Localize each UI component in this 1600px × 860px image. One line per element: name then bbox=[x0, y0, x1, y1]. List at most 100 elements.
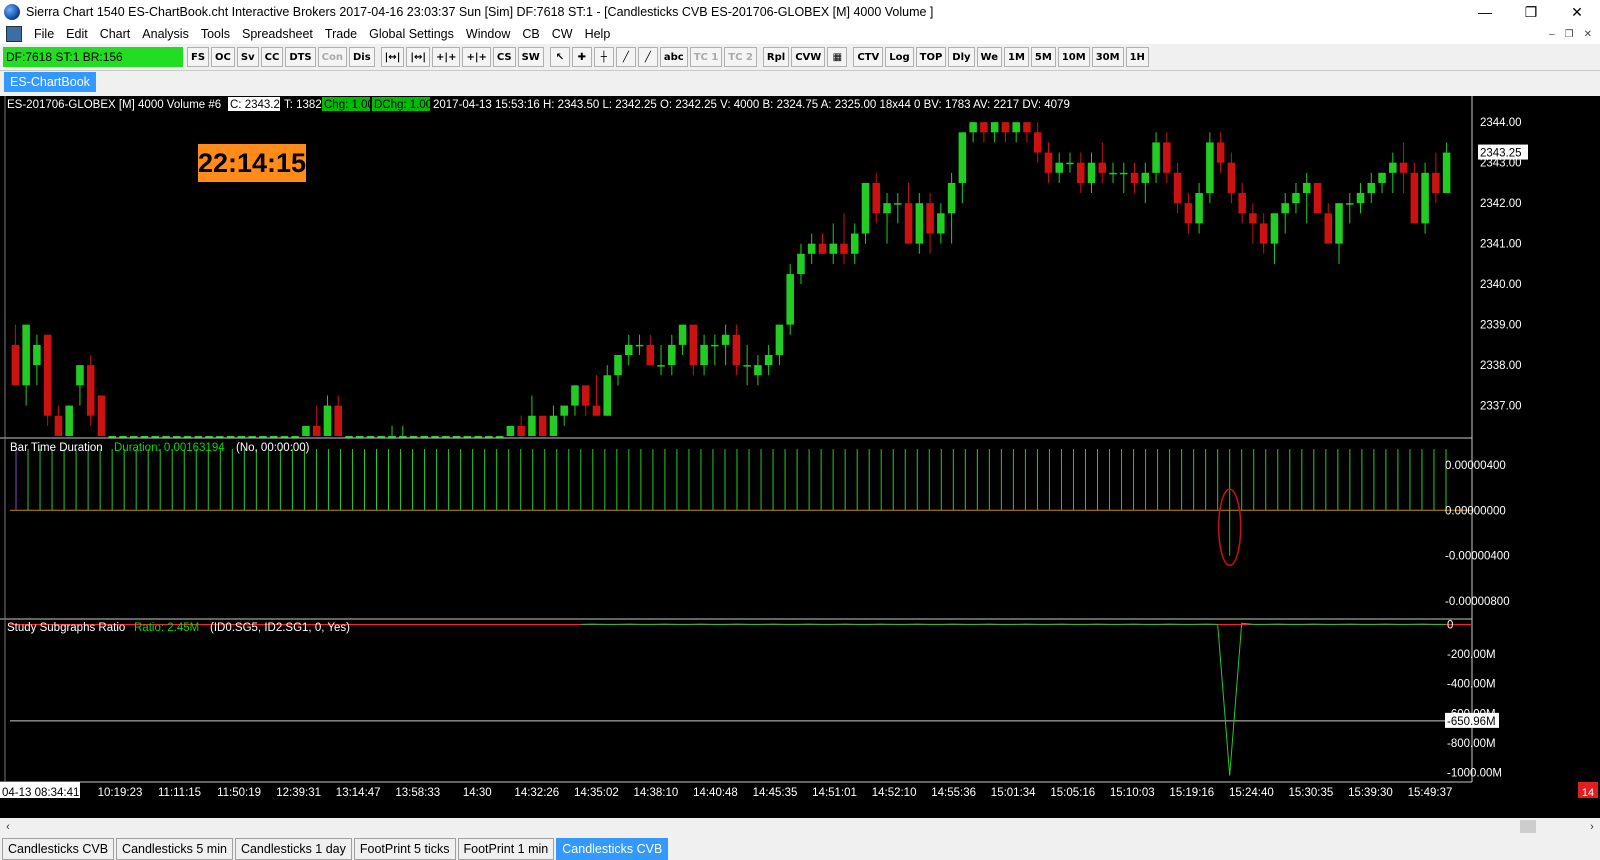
toolbar-button-6[interactable]: Dis bbox=[348, 47, 375, 67]
toolbar-button-5[interactable]: Con bbox=[317, 47, 347, 67]
scroll-right-arrow[interactable]: › bbox=[1584, 821, 1600, 833]
candle-body bbox=[937, 213, 945, 234]
candle-body bbox=[388, 435, 396, 438]
toolbar-button-9[interactable]: +|+ bbox=[432, 47, 461, 67]
toolbar-button-10[interactable]: +|+ bbox=[462, 47, 491, 67]
document-icon[interactable] bbox=[6, 26, 22, 42]
toolbar-button-22[interactable]: CVW bbox=[791, 47, 826, 67]
candle-body bbox=[581, 385, 590, 406]
candle-body bbox=[86, 365, 95, 416]
close-button[interactable]: ✕ bbox=[1554, 0, 1600, 24]
mdi-minimize-button[interactable]: – bbox=[1549, 29, 1555, 40]
candle-body bbox=[76, 365, 84, 386]
toolbar-button-3[interactable]: CC bbox=[260, 47, 284, 67]
candle-body bbox=[291, 435, 299, 438]
chartbook-tab[interactable]: ES-ChartBook bbox=[4, 72, 96, 92]
toolbar-button-0[interactable]: FS bbox=[187, 47, 210, 67]
menu-window[interactable]: Window bbox=[460, 27, 516, 41]
chart-tab-3[interactable]: FootPrint 5 ticks bbox=[353, 838, 456, 860]
candle-body bbox=[807, 243, 816, 254]
duration-axis-tick: -0.00000800 bbox=[1445, 596, 1510, 608]
chart-tab-2[interactable]: Candlesticks 1 day bbox=[234, 838, 352, 860]
price-axis-tick: 2341.00 bbox=[1480, 239, 1522, 251]
menu-chart[interactable]: Chart bbox=[94, 27, 137, 41]
toolbar-button-13[interactable]: ↖ bbox=[549, 47, 570, 67]
toolbar-buttons: FS OC Sv CC DTS Con Dis |↔| |↔| +|+ +|+ CS SW ↖ ✚ ┼ ╱ ╱ ab… bbox=[185, 47, 1149, 67]
toolbar-button-4[interactable]: DTS bbox=[285, 47, 316, 67]
menu-analysis[interactable]: Analysis bbox=[136, 27, 195, 41]
minimize-button[interactable]: — bbox=[1462, 0, 1508, 24]
toolbar-button-33[interactable]: 1H bbox=[1125, 47, 1149, 67]
toolbar-button-21[interactable]: Rpl bbox=[762, 47, 790, 67]
menu-cb[interactable]: CB bbox=[516, 27, 545, 41]
toolbar-button-26[interactable]: TOP bbox=[915, 47, 947, 67]
candle-body bbox=[226, 435, 235, 438]
candle-body bbox=[625, 344, 633, 355]
x-axis-tick: 15:49:37 bbox=[1408, 787, 1453, 799]
menu-cw[interactable]: CW bbox=[546, 27, 579, 41]
toolbar-button-1[interactable]: OC bbox=[211, 47, 235, 67]
menu-trade[interactable]: Trade bbox=[319, 27, 363, 41]
toolbar-button-27[interactable]: Dly bbox=[948, 47, 975, 67]
menu-help[interactable]: Help bbox=[579, 27, 617, 41]
toolbar-button-16[interactable]: ╱ bbox=[615, 47, 636, 67]
candle-body bbox=[904, 203, 913, 244]
toolbar-button-24[interactable]: CTV bbox=[853, 47, 884, 67]
chart-tab-1[interactable]: Candlesticks 5 min bbox=[116, 838, 233, 860]
candle-body bbox=[485, 435, 493, 438]
maximize-button[interactable]: ❐ bbox=[1508, 0, 1554, 24]
x-axis-tick: 15:19:16 bbox=[1169, 787, 1214, 799]
candle-body bbox=[657, 365, 665, 367]
candle-body bbox=[151, 435, 160, 438]
toolbar-button-8[interactable]: |↔| bbox=[406, 47, 431, 67]
candle-body bbox=[603, 375, 612, 416]
toolbar-button-15[interactable]: ┼ bbox=[593, 47, 614, 67]
toolbar-button-18[interactable]: abc bbox=[659, 47, 688, 67]
toolbar-button-31[interactable]: 10M bbox=[1057, 47, 1090, 67]
chart-svg[interactable]: 2344.002343.002342.002341.002340.002339.… bbox=[0, 96, 1600, 818]
candle-body bbox=[775, 324, 784, 355]
toolbar-button-17[interactable]: ╱ bbox=[637, 47, 658, 67]
toolbar-button-29[interactable]: 1M bbox=[1004, 47, 1029, 67]
trades-value: T: 1382 bbox=[284, 99, 322, 111]
toolbar-button-20[interactable]: TC 2 bbox=[724, 47, 757, 67]
chart-tab-0[interactable]: Candlesticks CVB bbox=[2, 838, 115, 860]
candle-body bbox=[1195, 193, 1203, 224]
candle-body bbox=[689, 324, 698, 366]
menu-file[interactable]: File bbox=[28, 27, 60, 41]
horizontal-scrollbar[interactable]: ‹ › bbox=[0, 818, 1600, 835]
toolbar-button-12[interactable]: SW bbox=[517, 47, 544, 67]
menu-spreadsheet[interactable]: Spreadsheet bbox=[236, 27, 319, 41]
toolbar-button-25[interactable]: Log bbox=[885, 47, 914, 67]
x-axis-start-label: 04-13 08:34:41 bbox=[2, 787, 79, 799]
toolbar-button-2[interactable]: Sv bbox=[236, 47, 259, 67]
menu-edit[interactable]: Edit bbox=[60, 27, 94, 41]
toolbar-button-11[interactable]: CS bbox=[492, 47, 516, 67]
scroll-thumb[interactable] bbox=[1520, 820, 1536, 833]
mdi-restore-button[interactable]: ❐ bbox=[1565, 29, 1574, 40]
mdi-close-button[interactable]: ✕ bbox=[1584, 29, 1592, 40]
ratio-params: (ID0.SG5, ID2.SG1, 0, Yes) bbox=[210, 622, 350, 634]
x-axis-tick: 15:01:34 bbox=[991, 787, 1036, 799]
menu-tools[interactable]: Tools bbox=[195, 27, 236, 41]
x-axis-tick: 11:11:15 bbox=[158, 787, 201, 799]
toolbar-button-23[interactable]: ▦ bbox=[827, 47, 848, 67]
toolbar-button-7[interactable]: |↔| bbox=[380, 47, 405, 67]
toolbar-button-28[interactable]: We bbox=[976, 47, 1002, 67]
ratio-axis-tick: -200.00M bbox=[1447, 649, 1496, 661]
candle-body bbox=[463, 435, 472, 438]
scroll-left-arrow[interactable]: ‹ bbox=[0, 821, 16, 833]
candle-body bbox=[592, 405, 601, 416]
duration-study-title: Bar Time Duration bbox=[10, 442, 103, 454]
toolbar-button-19[interactable]: TC 1 bbox=[689, 47, 723, 67]
menu-global-settings[interactable]: Global Settings bbox=[363, 27, 460, 41]
toolbar-button-32[interactable]: 30M bbox=[1091, 47, 1124, 67]
chart-tab-4[interactable]: FootPrint 1 min bbox=[457, 838, 555, 860]
chart-tab-5[interactable]: Candlesticks CVB bbox=[556, 838, 669, 860]
toolbar-button-30[interactable]: 5M bbox=[1030, 47, 1056, 67]
toolbar-button-14[interactable]: ✚ bbox=[571, 47, 592, 67]
x-axis-tick: 14:40:48 bbox=[693, 787, 738, 799]
price-axis-tick: 2337.00 bbox=[1480, 401, 1522, 413]
clock-display: 22:14:15 bbox=[198, 148, 306, 178]
chart-area[interactable]: 2344.00 2343.00 2342.00 2341.00 2340.00 2339.… bbox=[0, 96, 1600, 818]
